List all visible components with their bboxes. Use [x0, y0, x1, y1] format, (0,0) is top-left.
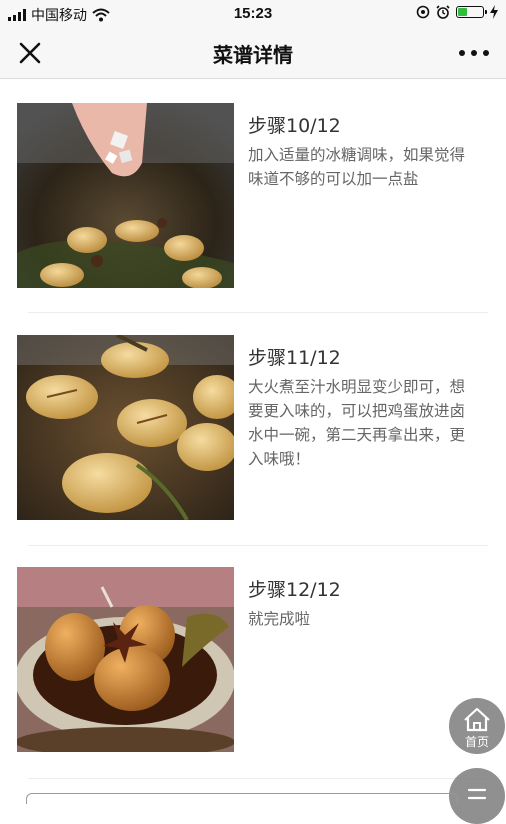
- more-icon: [459, 50, 489, 56]
- alarm-icon: [436, 5, 450, 19]
- divider: [28, 778, 488, 779]
- nav-bar: 菜谱详情: [0, 28, 506, 79]
- step-image-simmering: [17, 335, 234, 520]
- battery-icon: [456, 6, 487, 18]
- charging-icon: [490, 5, 498, 19]
- step-title: 步骤10/12: [248, 115, 341, 137]
- status-bar: 中国移动 15:23: [0, 0, 506, 28]
- divider: [28, 312, 488, 313]
- step-title: 步骤11/12: [248, 347, 341, 369]
- comment-input-bar[interactable]: [26, 793, 458, 804]
- step-description: 加入适量的冰糖调味，如果觉得味道不够的可以加一点盐: [248, 146, 466, 188]
- home-label: 首页: [464, 735, 489, 749]
- location-lock-icon: [416, 5, 430, 19]
- page-title: 菜谱详情: [213, 43, 293, 67]
- more-button[interactable]: [454, 39, 494, 67]
- home-button[interactable]: 首页: [449, 698, 505, 754]
- step-description: 大火煮至汁水明显变少即可，想要更入味的，可以把鸡蛋放进卤水中一碗，第二天再拿出来…: [248, 378, 466, 468]
- status-right: [416, 5, 498, 19]
- divider: [28, 545, 488, 546]
- home-icon: [464, 707, 490, 732]
- step-description: 就完成啦: [248, 610, 311, 628]
- step-image-sugar: [17, 103, 234, 288]
- step-image-finished: [17, 567, 234, 752]
- step-title: 步骤12/12: [248, 579, 341, 601]
